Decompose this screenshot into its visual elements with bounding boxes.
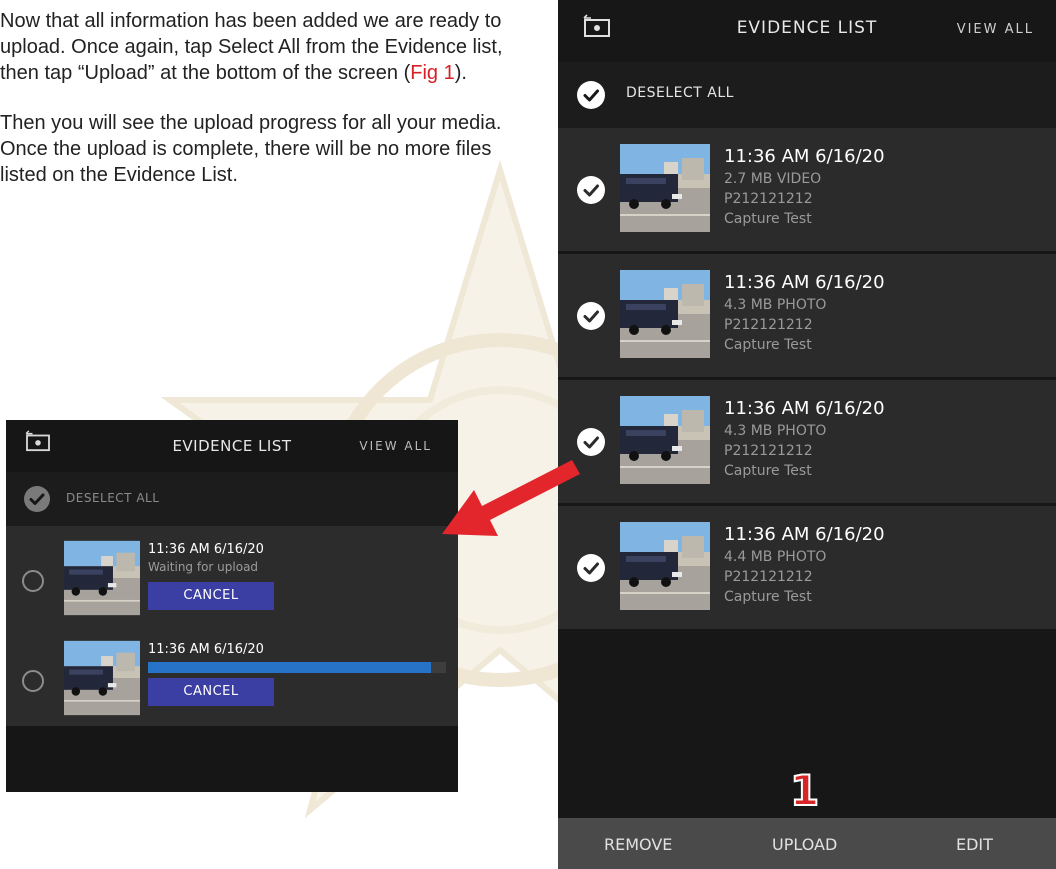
capture-time: 11:36 AM 6/16/20 [148,642,264,657]
evidence-item[interactable]: 11:36 AM 6/16/20 2.7 MB VIDEO P212121212 Ca… [558,128,1056,251]
upload-progress-fill [148,662,432,673]
deselect-all-row[interactable]: DESELECT ALL [6,472,458,526]
media-thumbnail[interactable] [620,522,710,610]
instruction-text-end: ). [454,62,467,84]
capture-time: 11:36 AM 6/16/20 [724,524,885,545]
select-radio[interactable] [22,670,44,692]
upload-progress-bar [148,662,446,673]
check-icon[interactable] [577,176,605,204]
upload-row: 11:36 AM 6/16/20 CANCEL [6,626,458,726]
capture-time: 11:36 AM 6/16/20 [148,542,264,557]
cancel-button[interactable]: CANCEL [148,582,274,610]
media-thumbnail[interactable] [620,270,710,358]
capture-time: 11:36 AM 6/16/20 [724,398,885,419]
media-thumbnail[interactable] [64,540,140,616]
capture-time: 11:36 AM 6/16/20 [724,146,885,167]
case-id: P212121212 [724,443,813,459]
figure-reference: Fig 1 [410,62,455,84]
upload-status: Waiting for upload [148,560,259,574]
check-icon[interactable] [577,302,605,330]
check-icon[interactable] [577,81,605,109]
evidence-item[interactable]: 11:36 AM 6/16/20 4.4 MB PHOTO P212121212 Ca… [558,506,1056,629]
file-size-type: 2.7 MB VIDEO [724,171,822,187]
red-arrow-icon [442,460,580,536]
check-icon[interactable] [24,486,50,512]
instructions-paragraph-2: Then you will see the upload progress fo… [0,112,502,186]
select-radio[interactable] [22,570,44,592]
upload-button[interactable]: UPLOAD [772,835,837,854]
capture-time: 11:36 AM 6/16/20 [724,272,885,293]
deselect-all-row[interactable]: DESELECT ALL [558,62,1056,128]
file-size-type: 4.4 MB PHOTO [724,549,827,565]
media-thumbnail[interactable] [620,144,710,232]
bottom-action-bar: REMOVE UPLOAD EDIT [558,818,1056,869]
instructions-paragraph-1: Now that all information has been added … [0,8,520,86]
edit-button[interactable]: EDIT [956,835,993,854]
check-icon[interactable] [577,428,605,456]
view-all-button[interactable]: VIEW ALL [957,22,1034,37]
deselect-all-label: DESELECT ALL [626,85,734,101]
file-size-type: 4.3 MB PHOTO [724,297,827,313]
deselect-all-label: DESELECT ALL [66,491,160,505]
file-size-type: 4.3 MB PHOTO [724,423,827,439]
case-id: P212121212 [724,191,813,207]
evidence-item[interactable]: 11:36 AM 6/16/20 4.3 MB PHOTO P212121212 Ca… [558,380,1056,503]
upload-row: 11:36 AM 6/16/20 Waiting for upload CANC… [6,526,458,626]
case-id: P212121212 [724,569,813,585]
cancel-button[interactable]: CANCEL [148,678,274,706]
capture-note: Capture Test [724,337,812,353]
case-id: P212121212 [724,317,813,333]
top-bar: EVIDENCE LIST VIEW ALL [558,0,1056,62]
view-all-button[interactable]: VIEW ALL [359,439,432,453]
check-icon[interactable] [577,554,605,582]
remove-button[interactable]: REMOVE [604,835,672,854]
figure-number: 1 [789,765,820,816]
upload-progress-screen: EVIDENCE LIST VIEW ALL DESELECT ALL 11:3… [6,420,458,792]
media-thumbnail[interactable] [620,396,710,484]
evidence-item[interactable]: 11:36 AM 6/16/20 4.3 MB PHOTO P212121212 Ca… [558,254,1056,377]
instructions: Now that all information has been added … [0,8,520,212]
evidence-list-screen: EVIDENCE LIST VIEW ALL DESELECT ALL 11:3… [558,0,1056,869]
capture-note: Capture Test [724,589,812,605]
top-bar: EVIDENCE LIST VIEW ALL [6,420,458,472]
media-thumbnail[interactable] [64,640,140,716]
capture-note: Capture Test [724,463,812,479]
capture-note: Capture Test [724,211,812,227]
